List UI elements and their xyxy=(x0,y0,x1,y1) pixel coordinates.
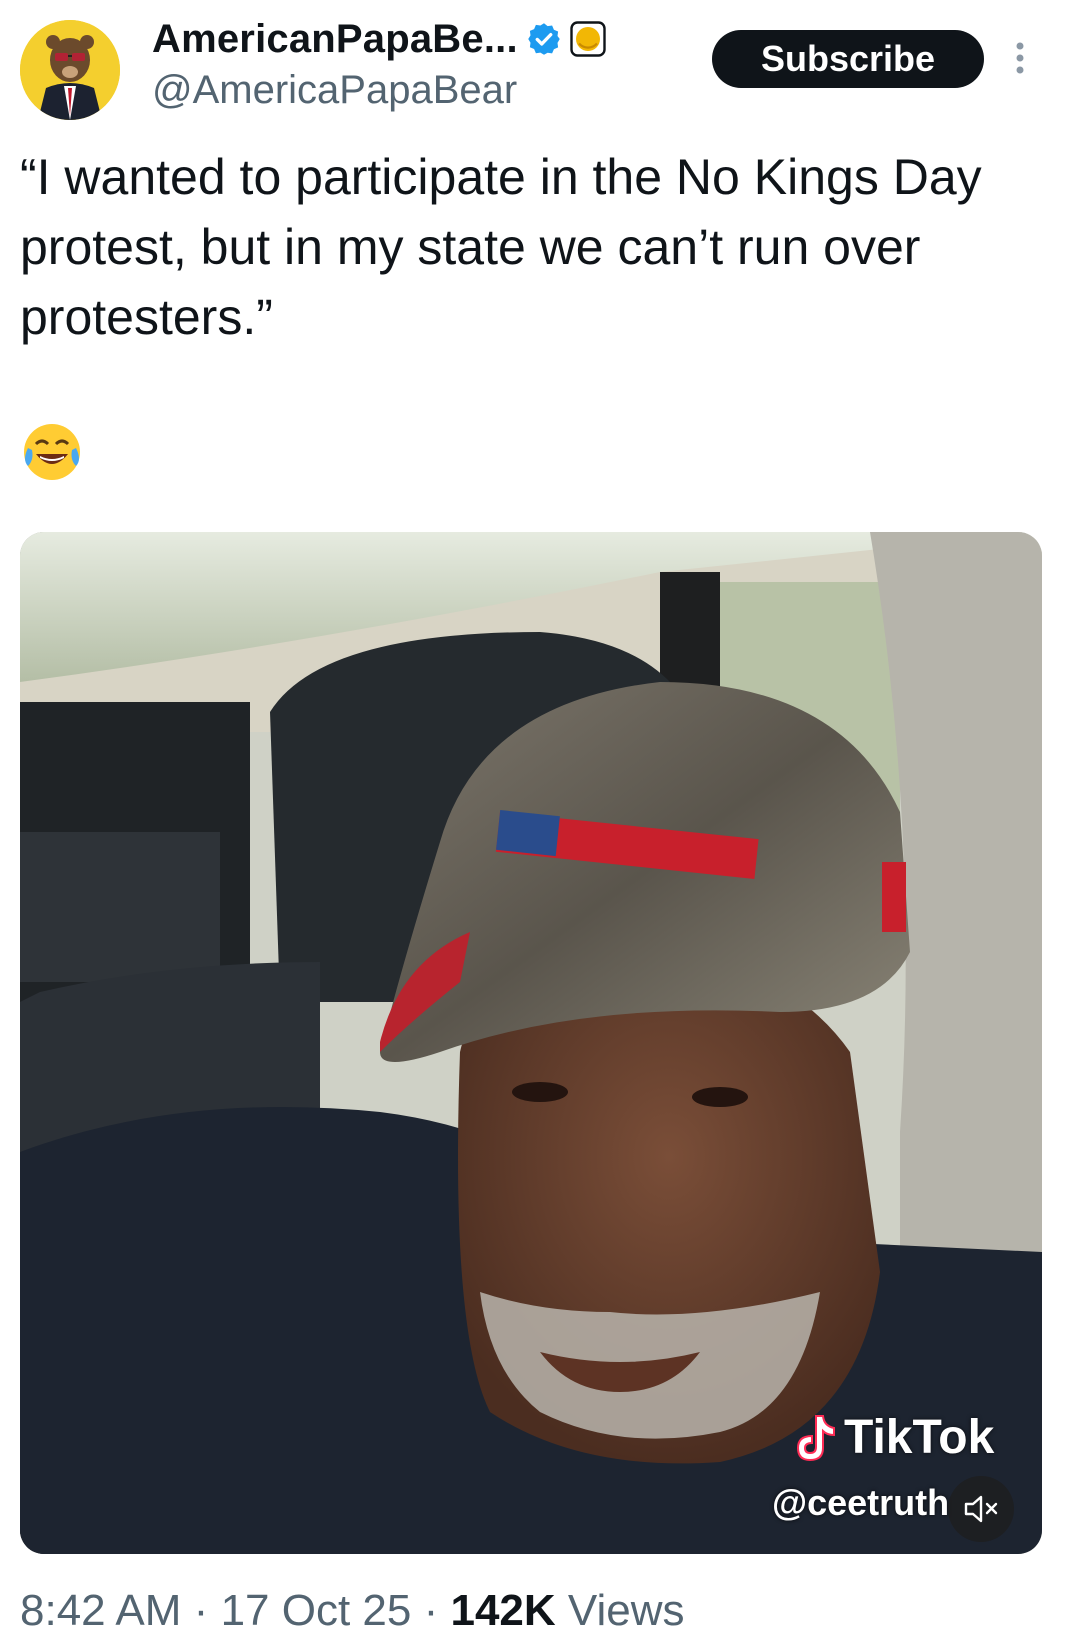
tweet-text: “I wanted to participate in the No Kings… xyxy=(20,149,982,345)
mute-toggle-button[interactable] xyxy=(948,1476,1014,1542)
tweet-date[interactable]: 17 Oct 25 xyxy=(221,1586,412,1635)
video-player[interactable]: TikTok @ceetruth xyxy=(20,532,1042,1554)
video-frame xyxy=(20,532,1042,1554)
author-handle[interactable]: @AmericaPapaBear xyxy=(152,68,517,113)
muted-speaker-icon xyxy=(964,1495,998,1523)
bear-in-suit-avatar-icon xyxy=(20,20,120,120)
tears-of-joy-emoji-icon xyxy=(20,420,84,484)
views-label: Views xyxy=(567,1586,685,1635)
separator: · xyxy=(193,1586,209,1635)
tiktok-handle: @ceetruth xyxy=(772,1482,950,1523)
more-vertical-icon[interactable] xyxy=(1010,40,1030,80)
tweet-time[interactable]: 8:42 AM xyxy=(20,1586,181,1635)
display-name[interactable]: AmericanPapaBe... xyxy=(152,17,518,62)
yellow-circle-affiliate-icon[interactable] xyxy=(570,21,606,57)
avatar[interactable] xyxy=(20,20,120,120)
tiktok-brand-label: TikTok xyxy=(844,1411,995,1464)
tiktok-logo-icon xyxy=(796,1414,835,1461)
tweet-meta: 8:42 AM · 17 Oct 25 · 142K Views xyxy=(20,1586,684,1636)
separator: · xyxy=(423,1586,439,1635)
subscribe-button[interactable]: Subscribe xyxy=(712,30,984,88)
name-row: AmericanPapaBe... xyxy=(152,14,606,64)
tweet-header: AmericanPapaBe... @AmericaPapaBear Subsc… xyxy=(0,0,1070,120)
verified-badge-icon[interactable] xyxy=(526,21,562,57)
tiktok-watermark: TikTok xyxy=(790,1410,994,1465)
views-count[interactable]: 142K xyxy=(450,1586,555,1635)
